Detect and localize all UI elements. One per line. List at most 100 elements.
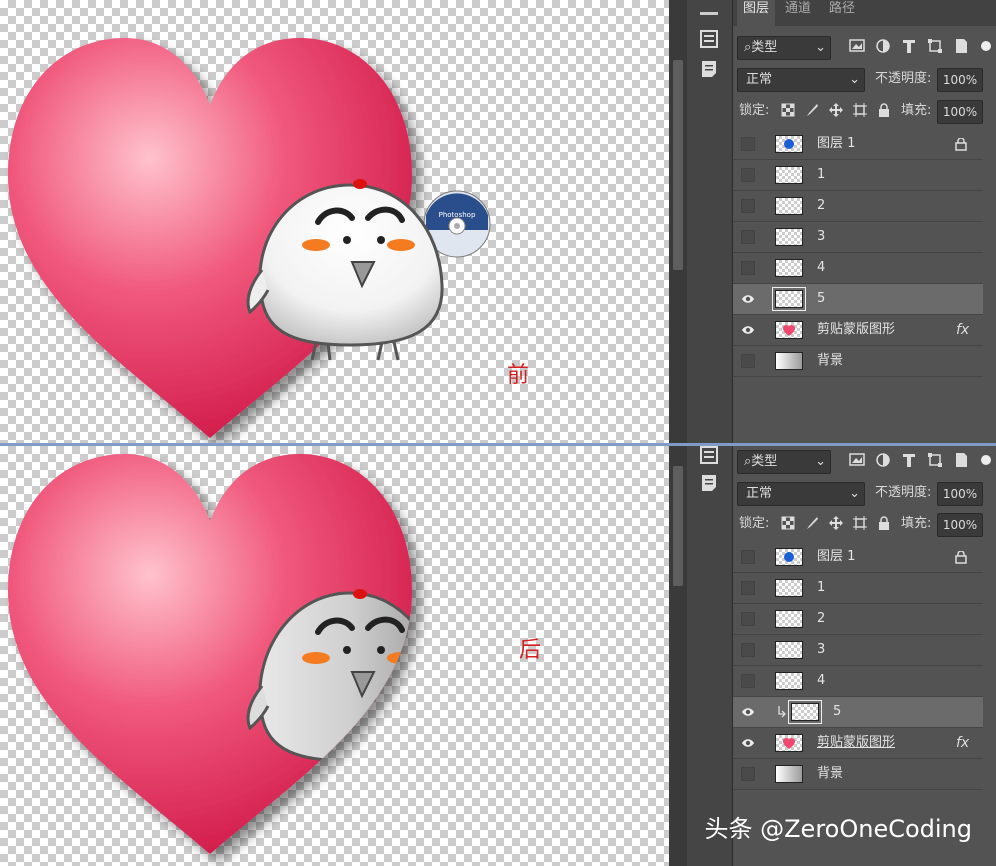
eye-icon[interactable] bbox=[741, 705, 755, 719]
filter-toggle-icon[interactable] bbox=[979, 452, 993, 468]
vertical-scrollbar[interactable] bbox=[669, 446, 687, 866]
layer-row[interactable]: 4 bbox=[733, 253, 983, 284]
properties-icon[interactable] bbox=[700, 446, 718, 464]
layer-name[interactable]: 图层 1 bbox=[817, 542, 855, 572]
shape-filter-icon[interactable] bbox=[927, 38, 943, 54]
scrollbar-thumb[interactable] bbox=[673, 60, 683, 270]
visibility-toggle[interactable] bbox=[741, 261, 755, 275]
visibility-toggle[interactable] bbox=[741, 674, 755, 688]
layer-effects-icon[interactable]: fx bbox=[956, 315, 969, 345]
layer-row[interactable]: 2 bbox=[733, 191, 983, 222]
opacity-label: 不透明度: bbox=[875, 485, 932, 500]
tab-channels[interactable]: 通道 bbox=[779, 0, 817, 26]
type-filter-icon[interactable] bbox=[901, 452, 917, 468]
type-filter-icon[interactable] bbox=[901, 38, 917, 54]
tab-layers[interactable]: 图层 bbox=[737, 0, 776, 26]
collapse-icon[interactable] bbox=[700, 12, 718, 18]
layer-name[interactable]: 图层 1 bbox=[817, 129, 855, 159]
layer-row[interactable]: 背景 bbox=[733, 759, 983, 790]
layer-name[interactable]: 背景 bbox=[817, 346, 843, 376]
layer-row[interactable]: 图层 1 bbox=[733, 129, 983, 160]
visibility-toggle[interactable] bbox=[741, 550, 755, 564]
canvas-area[interactable]: 后 bbox=[0, 446, 669, 866]
layer-name[interactable]: 5 bbox=[817, 284, 825, 314]
lock-row: 锁定: 填充: 100% bbox=[733, 98, 996, 126]
visibility-toggle[interactable] bbox=[741, 137, 755, 151]
canvas-area[interactable]: Photoshop 前 bbox=[0, 0, 669, 443]
layer-row[interactable]: 背景 bbox=[733, 346, 983, 377]
visibility-toggle[interactable] bbox=[741, 199, 755, 213]
eye-icon[interactable] bbox=[741, 323, 755, 337]
lock-pixels-icon[interactable] bbox=[805, 516, 819, 530]
visibility-toggle[interactable] bbox=[741, 354, 755, 368]
layer-row[interactable]: 4 bbox=[733, 666, 983, 697]
lock-position-icon[interactable] bbox=[829, 516, 843, 530]
adjustment-filter-icon[interactable] bbox=[875, 452, 891, 468]
tab-paths[interactable]: 路径 bbox=[823, 0, 861, 26]
lock-all-icon[interactable] bbox=[877, 516, 891, 530]
lock-transparent-icon[interactable] bbox=[781, 103, 795, 117]
layer-name[interactable]: 1 bbox=[817, 573, 825, 603]
adjustment-filter-icon[interactable] bbox=[875, 38, 891, 54]
filter-kind-select[interactable]: ⌕类型 ⌄ bbox=[737, 450, 831, 474]
eye-icon[interactable] bbox=[741, 292, 755, 306]
layer-row-selected[interactable]: 5 bbox=[733, 284, 983, 315]
lock-all-icon[interactable] bbox=[877, 103, 891, 117]
notes-icon[interactable] bbox=[700, 60, 718, 78]
visibility-toggle[interactable] bbox=[741, 230, 755, 244]
layer-name[interactable]: 1 bbox=[817, 160, 825, 190]
layer-effects-icon[interactable]: fx bbox=[956, 728, 969, 758]
visibility-toggle[interactable] bbox=[741, 612, 755, 626]
layers-panel: 图层 通道 路径 ⌕类型 ⌄ 正常 ⌄ 不透明度: 100% 锁定: 填充: 10 bbox=[733, 0, 996, 443]
blend-mode-select[interactable]: 正常 ⌄ bbox=[737, 482, 865, 506]
layer-row[interactable]: 剪贴蒙版图形 fx bbox=[733, 315, 983, 346]
layer-name[interactable]: 4 bbox=[817, 666, 825, 696]
vertical-scrollbar[interactable] bbox=[669, 0, 687, 443]
opacity-value[interactable]: 100% bbox=[937, 482, 983, 506]
layer-name[interactable]: 剪贴蒙版图形 bbox=[817, 315, 895, 345]
layer-name[interactable]: 3 bbox=[817, 635, 825, 665]
properties-icon[interactable] bbox=[700, 30, 718, 48]
layer-name[interactable]: 剪贴蒙版图形 bbox=[817, 728, 895, 758]
layer-row-selected[interactable]: 5 bbox=[733, 697, 983, 728]
visibility-toggle[interactable] bbox=[741, 168, 755, 182]
layer-name[interactable]: 4 bbox=[817, 253, 825, 283]
layer-row[interactable]: 图层 1 bbox=[733, 542, 983, 573]
blend-mode-select[interactable]: 正常 ⌄ bbox=[737, 68, 865, 92]
shape-filter-icon[interactable] bbox=[927, 452, 943, 468]
visibility-toggle[interactable] bbox=[741, 581, 755, 595]
layer-name[interactable]: 5 bbox=[833, 697, 841, 727]
blend-row: 正常 ⌄ 不透明度: 100% bbox=[733, 66, 996, 94]
visibility-toggle[interactable] bbox=[741, 767, 755, 781]
layer-name[interactable]: 2 bbox=[817, 604, 825, 634]
fill-value[interactable]: 100% bbox=[937, 100, 983, 124]
scrollbar-thumb[interactable] bbox=[673, 466, 683, 586]
layer-row[interactable]: 3 bbox=[733, 222, 983, 253]
filter-toggle-icon[interactable] bbox=[979, 38, 993, 54]
layer-name[interactable]: 3 bbox=[817, 222, 825, 252]
layer-row[interactable]: 剪贴蒙版图形 fx bbox=[733, 728, 983, 759]
lock-position-icon[interactable] bbox=[829, 103, 843, 117]
filter-row: ⌕类型 ⌄ bbox=[733, 448, 996, 476]
opacity-value[interactable]: 100% bbox=[937, 68, 983, 92]
layer-row[interactable]: 1 bbox=[733, 160, 983, 191]
layer-row[interactable]: 3 bbox=[733, 635, 983, 666]
lock-artboard-icon[interactable] bbox=[853, 103, 867, 117]
lock-pixels-icon[interactable] bbox=[805, 103, 819, 117]
fill-value[interactable]: 100% bbox=[937, 513, 983, 537]
layer-row[interactable]: 1 bbox=[733, 573, 983, 604]
visibility-toggle[interactable] bbox=[741, 643, 755, 657]
smart-object-filter-icon[interactable] bbox=[953, 38, 969, 54]
pixel-filter-icon[interactable] bbox=[849, 452, 865, 468]
lock-transparent-icon[interactable] bbox=[781, 516, 795, 530]
notes-icon[interactable] bbox=[700, 474, 718, 492]
eye-icon[interactable] bbox=[741, 736, 755, 750]
filter-kind-select[interactable]: ⌕类型 ⌄ bbox=[737, 36, 831, 60]
layer-row[interactable]: 2 bbox=[733, 604, 983, 635]
layer-name[interactable]: 2 bbox=[817, 191, 825, 221]
lock-label: 锁定: bbox=[739, 516, 770, 531]
lock-artboard-icon[interactable] bbox=[853, 516, 867, 530]
pixel-filter-icon[interactable] bbox=[849, 38, 865, 54]
layer-name[interactable]: 背景 bbox=[817, 759, 843, 789]
smart-object-filter-icon[interactable] bbox=[953, 452, 969, 468]
